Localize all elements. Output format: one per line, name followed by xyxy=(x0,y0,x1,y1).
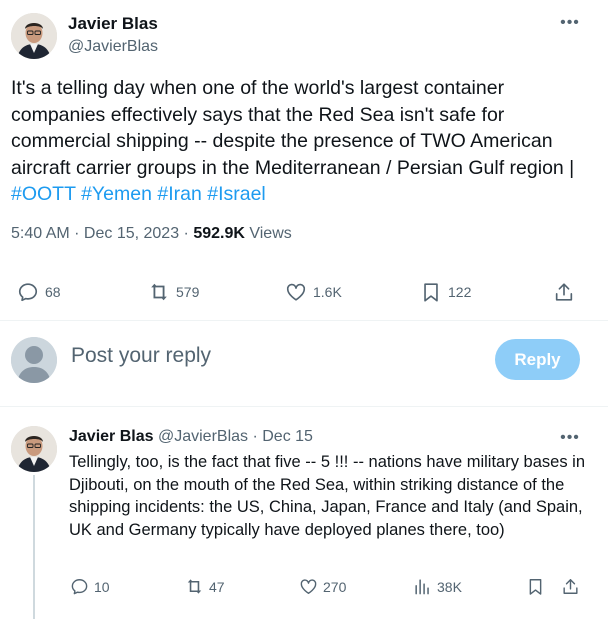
reply-button[interactable]: 68 xyxy=(17,281,61,303)
reply-reply-button[interactable]: 10 xyxy=(70,577,110,596)
reply-bookmark-button[interactable] xyxy=(526,577,545,596)
more-options-icon[interactable]: ••• xyxy=(559,15,581,34)
tweet-text: It's a telling day when one of the world… xyxy=(11,75,601,208)
reply-submit-button[interactable]: Reply xyxy=(495,339,580,380)
tweet-body: It's a telling day when one of the world… xyxy=(11,77,575,179)
author-name[interactable]: Javier Blas xyxy=(68,14,158,34)
author-handle[interactable]: @JavierBlas xyxy=(68,38,158,56)
views-label: Views xyxy=(244,225,292,242)
divider xyxy=(0,320,608,321)
reply-views-button[interactable]: 38K xyxy=(413,577,462,596)
repost-icon xyxy=(185,577,204,596)
reply-more-options-icon[interactable]: ••• xyxy=(559,430,581,449)
reply-like-button[interactable]: 270 xyxy=(299,577,346,596)
reply-author-name[interactable]: Javier Blas xyxy=(69,428,154,445)
repost-icon xyxy=(148,281,170,303)
user-avatar[interactable] xyxy=(11,337,57,383)
hashtag-link[interactable]: #Iran xyxy=(157,183,201,205)
reply-share-button[interactable] xyxy=(561,577,580,596)
reply-views-count: 38K xyxy=(437,578,462,595)
like-count: 1.6K xyxy=(313,284,342,300)
reply-author-avatar[interactable] xyxy=(11,426,57,472)
reply-count: 68 xyxy=(45,284,61,300)
repost-count: 579 xyxy=(176,284,200,300)
reply-text: Tellingly, too, is the fact that five --… xyxy=(69,453,585,539)
analytics-icon xyxy=(413,577,432,596)
reply-repost-button[interactable]: 47 xyxy=(185,577,225,596)
share-button[interactable] xyxy=(553,281,575,303)
reply-input[interactable]: Post your reply xyxy=(71,344,211,368)
hashtag-link[interactable]: #OOTT xyxy=(11,183,76,205)
bookmark-count: 122 xyxy=(448,284,472,300)
hashtag-link[interactable]: #Yemen xyxy=(81,183,152,205)
reply-icon xyxy=(17,281,39,303)
views-count: 592.9K xyxy=(193,225,245,242)
heart-icon xyxy=(285,281,307,303)
reply-date[interactable]: Dec 15 xyxy=(262,428,313,445)
tweet-meta: 5:40 AM · Dec 15, 2023 · 592.9K Views xyxy=(11,225,292,243)
reply-header: Javier Blas @JavierBlas · Dec 15 xyxy=(69,428,313,446)
hashtag-link[interactable]: #Israel xyxy=(207,183,266,205)
like-button[interactable]: 1.6K xyxy=(285,281,342,303)
reply-like-count: 270 xyxy=(323,578,347,595)
reply-repost-count: 47 xyxy=(209,578,225,595)
reply-author-handle[interactable]: @JavierBlas xyxy=(158,428,248,445)
tweet-timestamp[interactable]: 5:40 AM · Dec 15, 2023 · xyxy=(11,225,193,242)
bookmark-icon xyxy=(526,577,545,596)
share-icon xyxy=(561,577,580,596)
reply-icon xyxy=(70,577,89,596)
reply-separator: · xyxy=(248,428,263,445)
author-avatar[interactable] xyxy=(11,13,57,59)
share-icon xyxy=(553,281,575,303)
bookmark-button[interactable]: 122 xyxy=(420,281,471,303)
repost-button[interactable]: 579 xyxy=(148,281,199,303)
heart-icon xyxy=(299,577,318,596)
thread-line xyxy=(33,475,35,619)
reply-reply-count: 10 xyxy=(94,578,110,595)
divider xyxy=(0,406,608,407)
bookmark-icon xyxy=(420,281,442,303)
